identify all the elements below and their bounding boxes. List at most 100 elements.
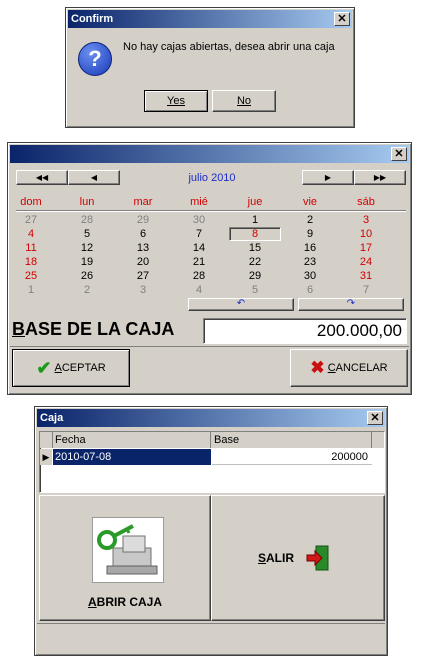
calendar-day[interactable]: 21 xyxy=(181,255,217,269)
column-header-fecha-label: Fecha xyxy=(55,434,86,446)
calendar-day[interactable]: 1 xyxy=(237,213,273,227)
calendar-day-selected[interactable]: 8 xyxy=(229,227,281,241)
calendar-day[interactable]: 7 xyxy=(348,283,384,297)
caja-grid: Fecha Base ▶ 2010-07-08 200000 xyxy=(39,431,385,493)
confirm-dialog: Confirm ✕ ? No hay cajas abiertas, desea… xyxy=(65,7,355,128)
prev-month-button[interactable]: ◀ xyxy=(68,170,120,185)
calendar-day[interactable]: 1 xyxy=(13,283,49,297)
accept-label: ACEPTAR xyxy=(54,362,106,375)
calendar-day[interactable]: 26 xyxy=(69,269,105,283)
accept-button[interactable]: ✔ ACEPTAR xyxy=(12,349,130,387)
base-label: BASE DE LA CAJA xyxy=(12,319,174,340)
prev-year-button[interactable]: ◀◀ xyxy=(16,170,68,185)
calendar-day[interactable]: 4 xyxy=(181,283,217,297)
calendar-day[interactable]: 14 xyxy=(181,241,217,255)
calendar-day[interactable]: 17 xyxy=(348,241,384,255)
undo-icon: ↶ xyxy=(236,298,246,309)
cancel-button[interactable]: ✖ CANCELAR xyxy=(290,349,408,387)
weekday-label: vie xyxy=(302,196,318,208)
calendar-day[interactable]: 28 xyxy=(69,213,105,227)
weekday-label: sáb xyxy=(357,196,375,208)
caja-window: Caja ✕ Fecha Base ▶ 2010-07-08 200000 AB… xyxy=(34,406,388,656)
calendar-day[interactable]: 2 xyxy=(292,213,328,227)
cash-register-key-icon xyxy=(92,517,164,583)
exit-label: SALIR xyxy=(258,551,295,565)
calendar-day[interactable]: 27 xyxy=(13,213,49,227)
calendar-day[interactable]: 12 xyxy=(69,241,105,255)
calendar-day[interactable]: 9 xyxy=(292,227,328,241)
calendar: ◀◀ ◀ julio 2010 ▶ ▶▶ dom lun mar mié jue vie s… xyxy=(12,167,409,313)
open-caja-button[interactable]: ABRIR CAJA xyxy=(39,495,211,621)
calendar-day[interactable]: 6 xyxy=(125,227,161,241)
calendar-day[interactable]: 30 xyxy=(292,269,328,283)
calendar-day[interactable]: 6 xyxy=(292,283,328,297)
caja-status-bar xyxy=(37,623,385,654)
calendar-day[interactable]: 16 xyxy=(292,241,328,255)
open-caja-label: ABRIR CAJA xyxy=(87,595,162,609)
calendar-day[interactable]: 10 xyxy=(348,227,384,241)
checkmark-icon: ✔ xyxy=(36,358,52,379)
base-value: 200.000,00 xyxy=(316,321,402,340)
row-indicator-header xyxy=(40,432,53,448)
base-label-text: BASE DE LA CAJA xyxy=(12,319,175,339)
calendar-day[interactable]: 31 xyxy=(348,269,384,283)
calendar-dialog: ✕ ◀◀ ◀ julio 2010 ▶ ▶▶ dom lun mar mié jue vi… xyxy=(7,142,412,395)
calendar-day[interactable]: 7 xyxy=(181,227,217,241)
calendar-day[interactable]: 27 xyxy=(125,269,161,283)
no-button[interactable]: No xyxy=(212,90,276,112)
calendar-day[interactable]: 25 xyxy=(13,269,49,283)
calendar-day[interactable]: 3 xyxy=(125,283,161,297)
calendar-day[interactable]: 23 xyxy=(292,255,328,269)
weekday-header: dom lun mar mié jue vie sáb xyxy=(12,195,409,209)
calendar-day[interactable]: 5 xyxy=(69,227,105,241)
calendar-close-button[interactable]: ✕ xyxy=(391,147,407,161)
calendar-day[interactable]: 29 xyxy=(237,269,273,283)
weekday-divider xyxy=(16,210,406,212)
calendar-day[interactable]: 22 xyxy=(237,255,273,269)
calendar-day[interactable]: 29 xyxy=(125,213,161,227)
calendar-day[interactable]: 5 xyxy=(237,283,273,297)
exit-button[interactable]: SALIR xyxy=(211,495,385,621)
cell-fecha-value: 2010-07-08 xyxy=(55,451,112,463)
calendar-day[interactable]: 4 xyxy=(13,227,49,241)
calendar-day[interactable]: 30 xyxy=(181,213,217,227)
today-redo-button[interactable]: ↷ xyxy=(298,298,404,311)
yes-button[interactable]: Yes xyxy=(144,90,208,112)
calendar-day[interactable]: 18 xyxy=(13,255,49,269)
calendar-day[interactable]: 24 xyxy=(348,255,384,269)
calendar-day[interactable]: 19 xyxy=(69,255,105,269)
column-header-fecha[interactable]: Fecha xyxy=(53,432,211,448)
calendar-title-bar: ✕ xyxy=(10,145,409,163)
confirm-close-button[interactable]: ✕ xyxy=(334,12,350,26)
cell-base-value: 200000 xyxy=(331,451,368,463)
today-undo-button[interactable]: ↶ xyxy=(188,298,294,311)
cell-base[interactable]: 200000 xyxy=(212,449,372,465)
redo-icon: ↷ xyxy=(346,298,356,309)
calendar-day[interactable]: 15 xyxy=(237,241,273,255)
next-month-button[interactable]: ▶ xyxy=(302,170,354,185)
weekday-label: dom xyxy=(20,196,42,208)
confirm-title: Confirm xyxy=(71,13,114,25)
calendar-day[interactable]: 13 xyxy=(125,241,161,255)
weekday-label: jue xyxy=(247,196,263,208)
calendar-day[interactable]: 28 xyxy=(181,269,217,283)
exit-door-icon xyxy=(306,545,330,571)
next-year-button[interactable]: ▶▶ xyxy=(354,170,406,185)
table-row[interactable]: ▶ 2010-07-08 200000 xyxy=(40,449,384,465)
yes-button-label: Yes xyxy=(167,95,185,107)
base-value-input[interactable]: 200.000,00 xyxy=(203,318,407,344)
calendar-day[interactable]: 20 xyxy=(125,255,161,269)
calendar-day[interactable]: 2 xyxy=(69,283,105,297)
calendar-day[interactable]: 11 xyxy=(13,241,49,255)
grid-header-row: Fecha Base xyxy=(40,432,384,448)
day-grid: 27 28 29 30 1 2 3 4 5 6 7 8 9 10 11 12 13 14 15 16 17 18 19 20 2… xyxy=(12,213,409,303)
weekday-label: mié xyxy=(190,196,208,208)
row-pointer-icon: ▶ xyxy=(40,449,52,465)
cell-fecha[interactable]: 2010-07-08 xyxy=(53,449,211,465)
weekday-label: lun xyxy=(79,196,95,208)
confirm-message: No hay cajas abiertas, desea abrir una c… xyxy=(123,41,335,53)
calendar-day[interactable]: 3 xyxy=(348,213,384,227)
caja-title: Caja xyxy=(40,412,64,424)
caja-close-button[interactable]: ✕ xyxy=(367,411,383,425)
column-header-base[interactable]: Base xyxy=(212,432,372,448)
